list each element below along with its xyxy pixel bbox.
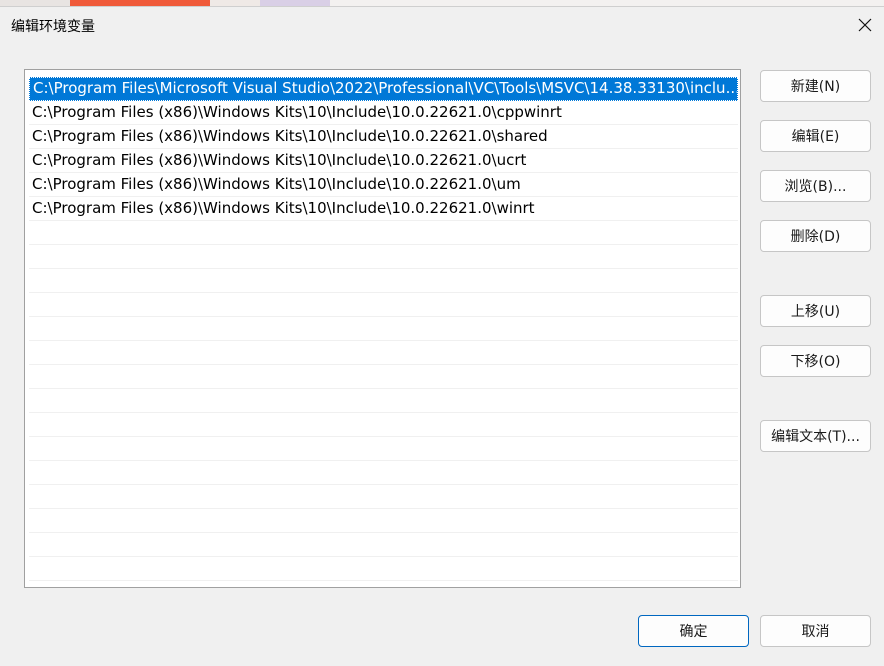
list-empty-row[interactable] [29, 365, 738, 389]
list-empty-row[interactable] [29, 269, 738, 293]
list-empty-row[interactable] [29, 293, 738, 317]
close-button[interactable] [846, 10, 884, 40]
list-empty-row[interactable] [29, 341, 738, 365]
ok-button[interactable]: 确定 [638, 615, 749, 647]
list-empty-row[interactable] [29, 557, 738, 581]
list-item[interactable]: C:\Program Files (x86)\Windows Kits\10\I… [29, 101, 738, 125]
edit-button[interactable]: 编辑(E) [760, 120, 871, 152]
list-item[interactable]: C:\Program Files (x86)\Windows Kits\10\I… [29, 149, 738, 173]
list-empty-row[interactable] [29, 389, 738, 413]
list-empty-row[interactable] [29, 317, 738, 341]
move-up-button[interactable]: 上移(U) [760, 295, 871, 327]
list-empty-row[interactable] [29, 245, 738, 269]
list-item[interactable]: C:\Program Files (x86)\Windows Kits\10\I… [29, 197, 738, 221]
path-list[interactable]: C:\Program Files\Microsoft Visual Studio… [24, 69, 741, 588]
list-empty-row[interactable] [29, 413, 738, 437]
dialog-title: 编辑环境变量 [11, 19, 95, 35]
list-empty-row[interactable] [29, 221, 738, 245]
delete-button[interactable]: 删除(D) [760, 220, 871, 252]
edit-env-var-dialog: 编辑环境变量 C:\Program Files\Microsoft Visual… [0, 6, 884, 666]
cancel-button[interactable]: 取消 [760, 615, 871, 647]
list-empty-row[interactable] [29, 533, 738, 557]
list-item[interactable]: C:\Program Files\Microsoft Visual Studio… [29, 77, 738, 101]
list-item[interactable]: C:\Program Files (x86)\Windows Kits\10\I… [29, 173, 738, 197]
new-button[interactable]: 新建(N) [760, 70, 871, 102]
list-empty-row[interactable] [29, 461, 738, 485]
list-item[interactable]: C:\Program Files (x86)\Windows Kits\10\I… [29, 125, 738, 149]
close-icon [858, 18, 872, 32]
list-empty-row[interactable] [29, 509, 738, 533]
edit-text-button[interactable]: 编辑文本(T)... [760, 420, 871, 452]
move-down-button[interactable]: 下移(O) [760, 345, 871, 377]
browse-button[interactable]: 浏览(B)... [760, 170, 871, 202]
list-empty-row[interactable] [29, 437, 738, 461]
list-empty-row[interactable] [29, 485, 738, 509]
